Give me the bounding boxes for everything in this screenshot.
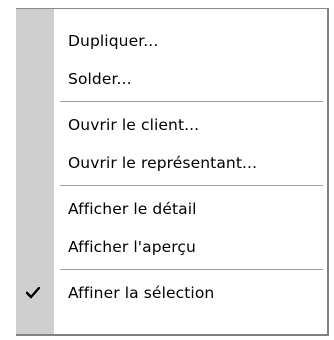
menu-separator-line (60, 101, 323, 102)
menu-item-label: Affiner la sélection (68, 284, 215, 302)
menu-item-label: Afficher le détail (68, 200, 197, 218)
menu-item-label: Afficher l'aperçu (68, 238, 196, 256)
menu-item-gutter (16, 190, 54, 228)
menu-item-label: Dupliquer... (68, 32, 159, 50)
check-icon (26, 287, 40, 299)
menu-item-label: Ouvrir le client... (68, 116, 200, 134)
menu-item-dupliquer[interactable]: Dupliquer... (16, 22, 327, 60)
context-menu: Dupliquer... Solder... Ouvrir le client.… (16, 8, 329, 336)
menu-separator (16, 98, 327, 106)
menu-item-gutter (16, 106, 54, 144)
menu-item-afficher-detail[interactable]: Afficher le détail (16, 190, 327, 228)
menu-separator (16, 182, 327, 190)
menu-item-affiner-selection[interactable]: Affiner la sélection (16, 274, 327, 312)
menu-item-afficher-apercu[interactable]: Afficher l'aperçu (16, 228, 327, 266)
menu-separator-line (60, 185, 323, 186)
menu-separator-line (60, 269, 323, 270)
menu-item-gutter (16, 60, 54, 98)
menu-item-solder[interactable]: Solder... (16, 60, 327, 98)
menu-item-gutter (16, 22, 54, 60)
menu-item-label: Ouvrir le représentant... (68, 154, 258, 172)
screen: Dupliquer... Solder... Ouvrir le client.… (0, 0, 334, 340)
context-menu-list: Dupliquer... Solder... Ouvrir le client.… (16, 22, 327, 312)
menu-item-gutter (16, 228, 54, 266)
menu-item-gutter (16, 274, 54, 312)
menu-item-ouvrir-representant[interactable]: Ouvrir le représentant... (16, 144, 327, 182)
menu-item-gutter (16, 144, 54, 182)
menu-item-label: Solder... (68, 70, 132, 88)
menu-separator (16, 266, 327, 274)
menu-item-ouvrir-client[interactable]: Ouvrir le client... (16, 106, 327, 144)
